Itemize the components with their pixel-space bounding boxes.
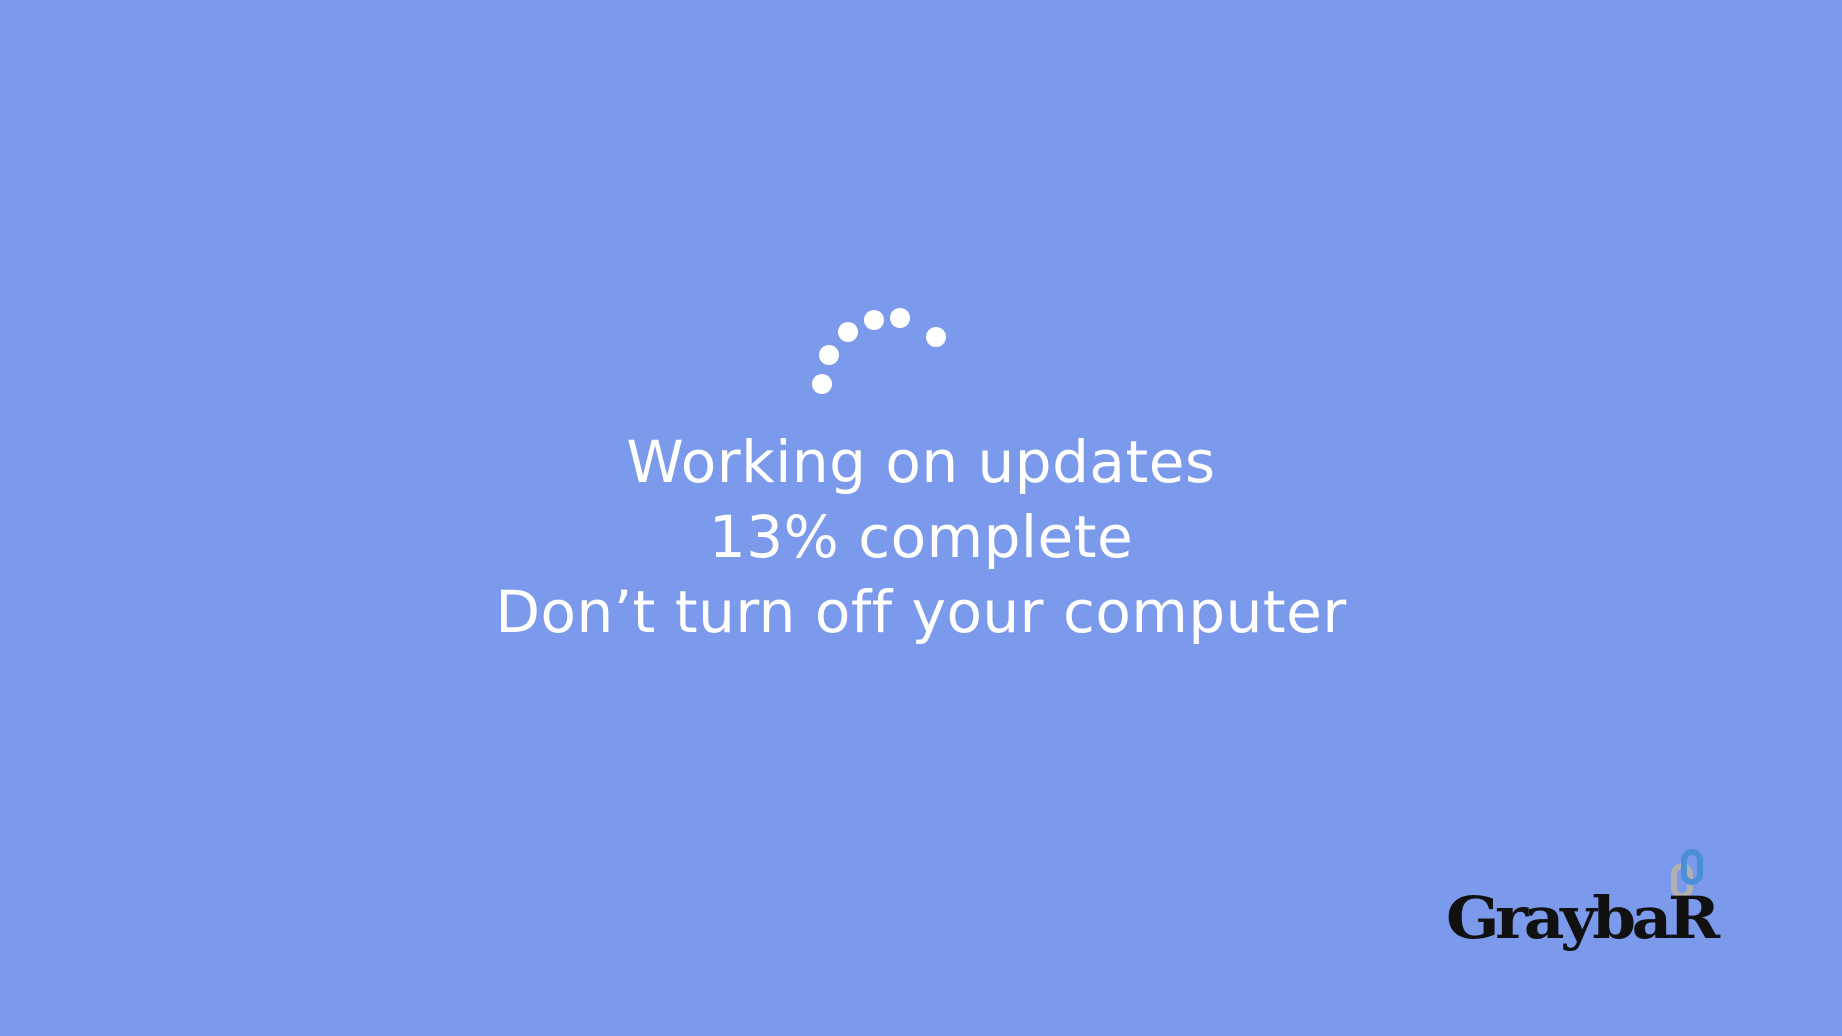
logo-wordmark: GraybaR <box>1446 884 1720 952</box>
spinner-dot <box>864 310 884 330</box>
spinner-dot <box>838 322 858 342</box>
spinner-dot <box>926 327 946 347</box>
spinner-dot <box>819 345 839 365</box>
spinner-dot <box>890 308 910 328</box>
update-title: Working on updates <box>626 428 1216 496</box>
graybar-logo: GraybaR <box>1440 848 1740 968</box>
spinner-dot <box>812 374 832 394</box>
warning-text: Don’t turn off your computer <box>495 578 1347 646</box>
update-status: Working on updates 13% complete Don’t tu… <box>0 425 1842 650</box>
progress-text: 13% complete <box>708 503 1134 571</box>
